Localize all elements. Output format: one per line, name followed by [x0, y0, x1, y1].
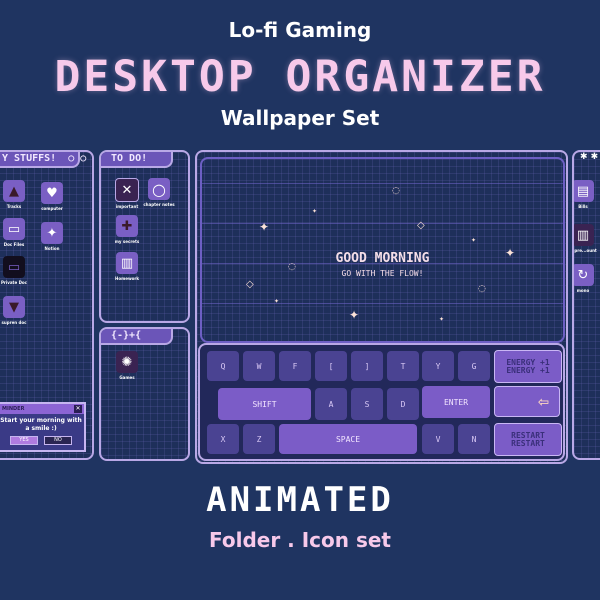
folder-dark-icon: ▭	[3, 256, 25, 278]
header-subtitle-bottom: Wallpaper Set	[220, 106, 380, 130]
diamond-icon: ◇	[246, 279, 254, 290]
key-s[interactable]: S	[351, 388, 383, 420]
key-bracket-close[interactable]: ]	[351, 351, 383, 381]
key-z[interactable]: Z	[243, 424, 275, 454]
panel-title: Y STUFFS! ○ ○	[0, 152, 86, 168]
plus-icon: ✚	[116, 215, 138, 237]
dotted-circle-icons: ○ ○	[68, 153, 87, 164]
back-button[interactable]: ⇦	[494, 386, 560, 417]
folder-computer[interactable]: ♥ computer	[10, 182, 92, 211]
refresh-icon: ↻	[574, 264, 594, 286]
key-a[interactable]: A	[315, 388, 347, 420]
key-enter[interactable]: ENTER	[422, 386, 490, 418]
energy-button[interactable]: ENERGY +1 ENERGY +1	[494, 350, 562, 383]
key-shift[interactable]: SHIFT	[218, 388, 311, 420]
panel-title: {-}+{	[101, 329, 173, 345]
folder-homework[interactable]: ▥ Homework	[101, 252, 169, 281]
clipboard-icon: ▤	[574, 180, 594, 202]
dialog-title: MINDER	[0, 404, 84, 414]
footer-subtitle: Folder . Icon set	[209, 528, 391, 552]
screen-inner: GOOD MORNING GO WITH THE FLOW! ✦ ✦ ◇ ◌ ✦…	[200, 157, 565, 343]
folder-mono[interactable]: ↻ mono	[574, 264, 600, 293]
key-w[interactable]: W	[243, 351, 275, 381]
reminder-dialog: MINDER ✕ Start your morning with a smile…	[0, 402, 86, 452]
panel-title: ✱ ✱	[580, 152, 599, 162]
sun-icon: ✺	[116, 351, 138, 373]
star-icon: ✦	[349, 308, 360, 322]
header-subtitle-top: Lo-fi Gaming	[228, 18, 372, 42]
dotted-circle-icon: ◌	[288, 262, 296, 272]
folder-private-doc[interactable]: ▭ Private Doc	[0, 256, 56, 285]
folder-supre-account[interactable]: ▥ supre...ount	[574, 224, 600, 253]
key-x[interactable]: X	[207, 424, 239, 454]
no-button[interactable]: NO	[44, 436, 72, 445]
panel-right: ✱ ✱ ▤ Bills ▥ supre...ount ↻ mono	[572, 150, 600, 460]
close-icon[interactable]: ✕	[74, 405, 82, 413]
key-v[interactable]: V	[422, 424, 454, 454]
keyboard: Q W F [ ] T Y G SHIFT A S D ENTER X Z SP…	[198, 343, 565, 461]
folder-chapter-notes[interactable]: ○ chapter notes	[117, 178, 188, 207]
key-space[interactable]: SPACE	[279, 424, 417, 454]
dialog-message: Start your morning with a smile :)	[0, 417, 82, 432]
star-icon: ✦	[312, 208, 318, 215]
key-n[interactable]: N	[458, 424, 490, 454]
yes-button[interactable]: YES	[10, 436, 38, 445]
panel-title: TO DO!	[101, 152, 173, 168]
book-icon: ▥	[574, 224, 594, 246]
panel-games: {-}+{ ✺ Games	[99, 327, 190, 461]
key-f[interactable]: F	[279, 351, 311, 381]
book-icon: ▥	[116, 252, 138, 274]
footer-title: ANIMATED	[206, 480, 394, 520]
dotted-circle-icon: ◌	[478, 284, 486, 294]
star-icon: ✦	[274, 298, 280, 305]
key-y[interactable]: Y	[422, 351, 454, 381]
down-triangle-icon: ▼	[3, 296, 25, 318]
sparkle-icon: ✦	[41, 222, 63, 244]
star-icon: ✦	[439, 316, 445, 323]
star-icon: ✦	[259, 220, 270, 234]
left-arrow-icon: ⇦	[538, 390, 549, 412]
greeting-subtitle: GO WITH THE FLOW!	[341, 269, 424, 278]
restart-button[interactable]: RESTART RESTART	[494, 423, 562, 456]
page-title: DESKTOP ORGANIZER	[54, 52, 546, 102]
folder-games[interactable]: ✺ Games	[101, 351, 169, 380]
key-q[interactable]: Q	[207, 351, 239, 381]
panel-to-do: TO DO! ✕ important ○ chapter notes ✚ my …	[99, 150, 190, 323]
key-g[interactable]: G	[458, 351, 490, 381]
key-d[interactable]: D	[387, 388, 419, 420]
circle-icon: ○	[148, 178, 170, 200]
folder-my-secrets[interactable]: ✚ my secrets	[101, 215, 169, 244]
key-bracket-open[interactable]: [	[315, 351, 347, 381]
star-icon: ✦	[471, 237, 477, 244]
key-t[interactable]: T	[387, 351, 419, 381]
diamond-icon: ◇	[417, 220, 425, 231]
heart-icon: ♥	[41, 182, 63, 204]
dotted-circle-icon: ◌	[392, 186, 400, 196]
folder-bills[interactable]: ▤ Bills	[574, 180, 600, 209]
folder-notion[interactable]: ✦ Notion	[10, 222, 92, 251]
folder-supren-doc[interactable]: ▼ supren doc	[0, 296, 56, 325]
star-icon: ✦	[505, 246, 516, 260]
